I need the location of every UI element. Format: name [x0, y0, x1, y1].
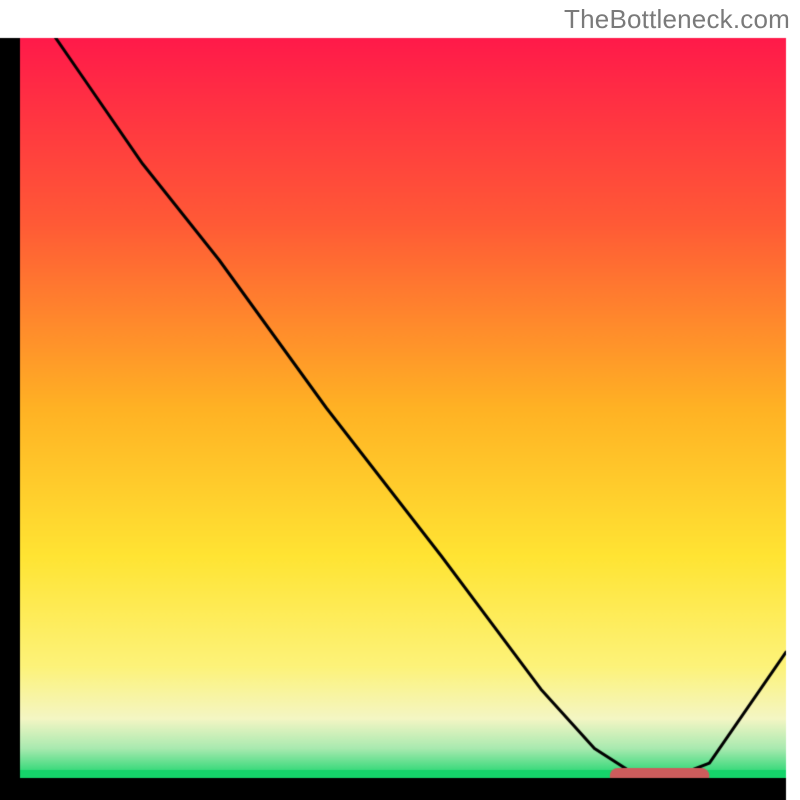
bottleneck-chart: [0, 0, 800, 800]
watermark-label: TheBottleneck.com: [564, 4, 790, 35]
chart-container: TheBottleneck.com: [0, 0, 800, 800]
